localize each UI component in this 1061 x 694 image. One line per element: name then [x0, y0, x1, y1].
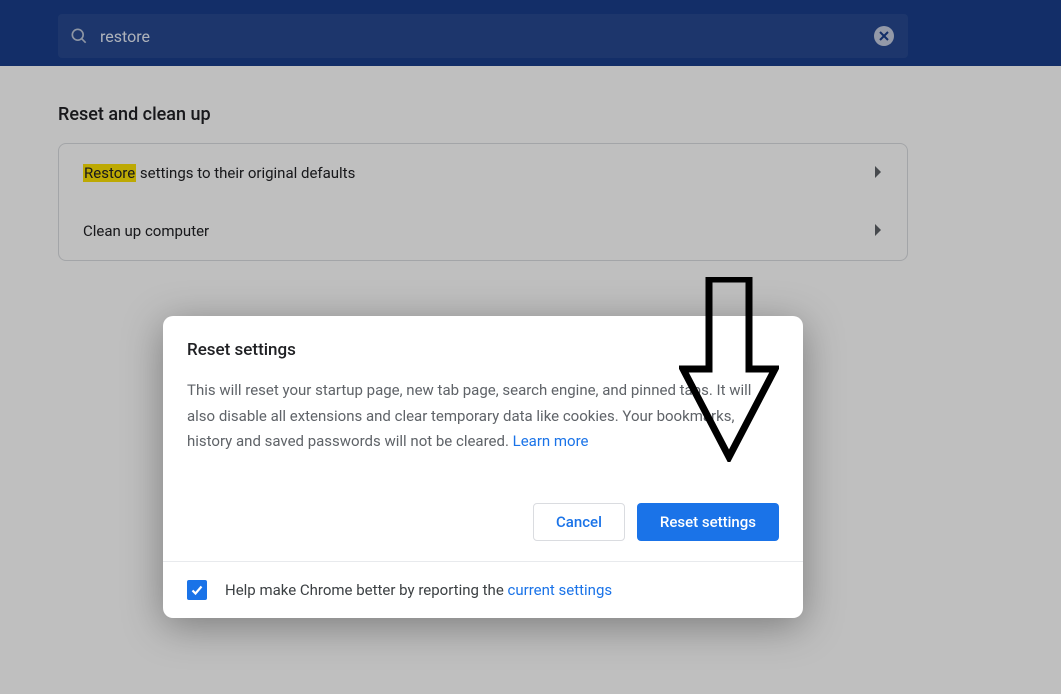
- dialog-actions: Cancel Reset settings: [163, 503, 803, 561]
- learn-more-link[interactable]: Learn more: [513, 432, 589, 450]
- reset-settings-dialog: Reset settings This will reset your star…: [163, 316, 803, 618]
- dialog-text: This will reset your startup page, new t…: [187, 378, 779, 455]
- current-settings-link[interactable]: current settings: [508, 581, 613, 599]
- dialog-body: Reset settings This will reset your star…: [163, 316, 803, 475]
- cancel-button[interactable]: Cancel: [533, 503, 625, 541]
- dialog-body-text: This will reset your startup page, new t…: [187, 381, 751, 450]
- reset-settings-button[interactable]: Reset settings: [637, 503, 779, 541]
- dialog-footer: Help make Chrome better by reporting the…: [163, 561, 803, 618]
- footer-prefix: Help make Chrome better by reporting the: [225, 581, 508, 599]
- report-settings-checkbox[interactable]: [187, 580, 207, 600]
- footer-text: Help make Chrome better by reporting the…: [225, 581, 612, 599]
- dialog-title: Reset settings: [187, 340, 779, 360]
- check-icon: [190, 583, 204, 597]
